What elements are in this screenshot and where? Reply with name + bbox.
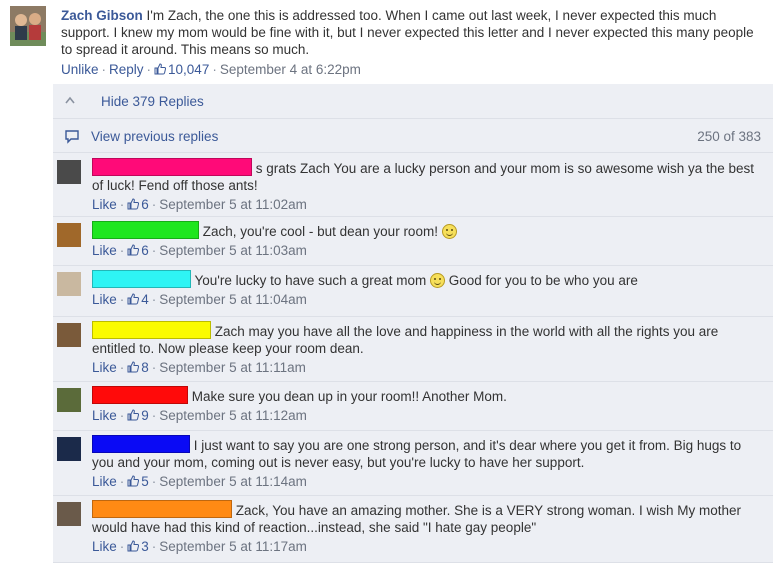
- like-count-value: 3: [141, 539, 149, 554]
- like-count-value: 9: [141, 408, 149, 423]
- thumbs-up-icon: [127, 197, 140, 210]
- timestamp[interactable]: September 5 at 11:12am: [159, 408, 307, 423]
- avatar[interactable]: [57, 437, 81, 461]
- comment-actions: Unlike · Reply · 10,047 · September 4 at 6:22p…: [61, 62, 361, 77]
- like-count[interactable]: 3: [127, 539, 149, 554]
- thumbs-up-icon: [127, 408, 140, 421]
- avatar[interactable]: [57, 272, 81, 296]
- redacted-name[interactable]: [92, 270, 191, 288]
- reply-text-block: Make sure you dean up in your room!! Ano…: [92, 386, 762, 405]
- avatar[interactable]: [57, 502, 81, 526]
- timestamp[interactable]: September 5 at 11:02am: [159, 197, 307, 212]
- avatar[interactable]: [57, 160, 81, 184]
- like-count-value: 6: [141, 197, 149, 212]
- reply-item: Zach, you're cool - but dean your room! …: [53, 217, 773, 266]
- replies-panel: Hide 379 Replies View previous replies 2…: [53, 84, 773, 563]
- reply-item: Make sure you dean up in your room!! Ano…: [53, 382, 773, 431]
- avatar[interactable]: [57, 323, 81, 347]
- reply-text-block: Zack, You have an amazing mother. She is…: [92, 500, 762, 536]
- comment-text: I'm Zach, the one this is addressed too.…: [61, 8, 754, 57]
- thumbs-up-icon: [127, 360, 140, 373]
- reply-actions: Like · 3 · September 5 at 11:17am: [92, 539, 307, 554]
- redacted-name[interactable]: [92, 500, 232, 518]
- like-link[interactable]: Like: [92, 539, 117, 554]
- thumbs-up-icon: [127, 474, 140, 487]
- reply-item: You're lucky to have such a great mom Go…: [53, 266, 773, 317]
- redacted-name[interactable]: [92, 158, 252, 176]
- reply-actions: Like · 4 · September 5 at 11:04am: [92, 292, 307, 307]
- redacted-name[interactable]: [92, 435, 190, 453]
- like-count[interactable]: 10,047: [154, 62, 209, 77]
- reply-actions: Like · 6 · September 5 at 11:03am: [92, 243, 307, 258]
- reply-actions: Like · 5 · September 5 at 11:14am: [92, 474, 307, 489]
- like-link[interactable]: Like: [92, 292, 117, 307]
- main-comment: Zach Gibson I'm Zach, the one this is ad…: [0, 0, 773, 84]
- avatar[interactable]: [57, 388, 81, 412]
- reply-link[interactable]: Reply: [109, 62, 144, 77]
- redacted-name[interactable]: [92, 321, 211, 339]
- like-count[interactable]: 5: [127, 474, 149, 489]
- like-count[interactable]: 6: [127, 243, 149, 258]
- like-count[interactable]: 6: [127, 197, 149, 212]
- timestamp[interactable]: September 5 at 11:14am: [159, 474, 307, 489]
- like-count[interactable]: 4: [127, 292, 149, 307]
- hide-replies-link[interactable]: Hide 379 Replies: [101, 93, 204, 110]
- reply-actions: Like · 8 · September 5 at 11:11am: [92, 360, 306, 375]
- like-link[interactable]: Like: [92, 243, 117, 258]
- reply-text: You're lucky to have such a great mom: [191, 273, 427, 288]
- like-link[interactable]: Like: [92, 474, 117, 489]
- like-link[interactable]: Like: [92, 360, 117, 375]
- comment-bubble-icon: [64, 129, 80, 148]
- timestamp[interactable]: September 4 at 6:22pm: [220, 62, 361, 77]
- like-count-value: 6: [141, 243, 149, 258]
- reply-text-block: I just want to say you are one strong pe…: [92, 435, 762, 471]
- avatar[interactable]: [57, 223, 81, 247]
- view-previous-row: View previous replies 250 of 383: [53, 120, 773, 153]
- reply-text-block: Zach may you have all the love and happi…: [92, 321, 762, 357]
- thumbs-up-icon: [127, 539, 140, 552]
- like-count[interactable]: 8: [127, 360, 149, 375]
- reply-actions: Like · 9 · September 5 at 11:12am: [92, 408, 307, 423]
- reply-text: Zach, you're cool - but dean your room!: [199, 224, 438, 239]
- like-count-value: 4: [141, 292, 149, 307]
- reply-text-after: Good for you to be who you are: [444, 273, 638, 288]
- thumbs-up-icon: [154, 62, 167, 75]
- thumbs-up-icon: [127, 292, 140, 305]
- like-count[interactable]: 9: [127, 408, 149, 423]
- reply-text-block: s grats Zach You are a lucky person and …: [92, 158, 762, 194]
- reply-item: Zach may you have all the love and happi…: [53, 317, 773, 382]
- avatar[interactable]: [10, 6, 46, 46]
- hide-replies-row[interactable]: Hide 379 Replies: [53, 84, 773, 119]
- reply-text: I just want to say you are one strong pe…: [92, 438, 742, 470]
- reply-item: I just want to say you are one strong pe…: [53, 431, 773, 496]
- like-count-value: 10,047: [168, 62, 210, 77]
- like-link[interactable]: Like: [92, 408, 117, 423]
- timestamp[interactable]: September 5 at 11:03am: [159, 243, 307, 258]
- reply-text: Make sure you dean up in your room!! Ano…: [188, 389, 507, 404]
- reply-item: Zack, You have an amazing mother. She is…: [53, 496, 773, 563]
- reply-text-block: Zach, you're cool - but dean your room!: [92, 221, 762, 240]
- caret-up-icon: [65, 93, 75, 110]
- like-count-value: 8: [141, 360, 149, 375]
- view-previous-replies-link[interactable]: View previous replies: [91, 128, 218, 145]
- timestamp[interactable]: September 5 at 11:11am: [159, 360, 306, 375]
- smiley-icon: [429, 273, 445, 288]
- reply-text-block: You're lucky to have such a great mom Go…: [92, 270, 762, 289]
- reply-item: s grats Zach You are a lucky person and …: [53, 154, 773, 217]
- thumbs-up-icon: [127, 243, 140, 256]
- reply-actions: Like · 6 · September 5 at 11:02am: [92, 197, 307, 212]
- redacted-name[interactable]: [92, 386, 188, 404]
- unlike-link[interactable]: Unlike: [61, 62, 99, 77]
- like-link[interactable]: Like: [92, 197, 117, 212]
- timestamp[interactable]: September 5 at 11:04am: [159, 292, 307, 307]
- comment-author[interactable]: Zach Gibson: [61, 8, 143, 23]
- timestamp[interactable]: September 5 at 11:17am: [159, 539, 307, 554]
- reply-count: 250 of 383: [697, 129, 761, 144]
- redacted-name[interactable]: [92, 221, 199, 239]
- smiley-icon: [441, 224, 457, 239]
- like-count-value: 5: [141, 474, 149, 489]
